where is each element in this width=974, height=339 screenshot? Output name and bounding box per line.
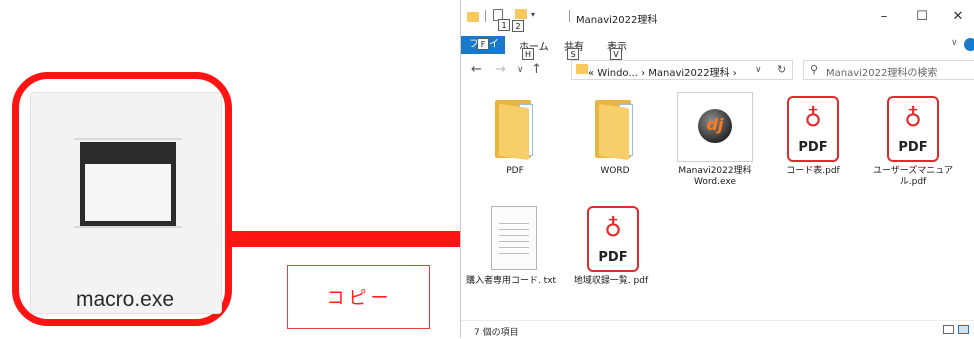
file-item-label: ユーザーズマニュア ル.pdf	[872, 166, 954, 187]
address-path: « Windo... › Manavi2022理科 ›	[588, 68, 737, 79]
maximize-button[interactable]: ☐	[907, 8, 937, 26]
toolbar-separator	[485, 10, 486, 22]
address-history-chevron-icon[interactable]: ∨	[755, 65, 762, 75]
search-icon: ⚲	[810, 63, 819, 76]
back-arrow-icon[interactable]: ←	[471, 62, 482, 77]
file-item-manavi-exe[interactable]: dj Manavi2022理科 Word.exe	[661, 92, 753, 208]
details-view-icon[interactable]	[943, 325, 954, 334]
status-bar: 7 個の項目	[461, 320, 974, 339]
file-explorer-window: 1 2 ▾ Manavi2022理科 – ☐ ✕ ファイル F ホーム H 共有…	[460, 0, 974, 338]
file-item-label: コード表.pdf	[786, 166, 840, 176]
ribbon-tabs: ファイル F ホーム H 共有 S 表示 V	[461, 34, 974, 68]
search-placeholder: Manavi2022理科の検索	[826, 68, 938, 79]
file-item-label: 購入者専用コード. txt	[465, 276, 557, 286]
folder-icon	[595, 100, 639, 161]
folder-icon	[467, 12, 479, 22]
title-separator	[569, 10, 570, 22]
new-folder-icon[interactable]	[515, 9, 527, 19]
macro-exe-filename: macro.exe	[75, 288, 175, 311]
application-icon: dj	[677, 92, 753, 162]
keytip-file: F	[477, 38, 489, 50]
keytip-qat2: 2	[512, 20, 524, 32]
pdf-icon: ♁ PDF	[887, 96, 939, 162]
file-item-pdf-folder[interactable]: PDF	[469, 96, 561, 208]
folder-icon	[576, 64, 588, 74]
file-item-label: PDF	[506, 166, 524, 176]
file-item-manual-pdf[interactable]: ♁ PDF ユーザーズマニュア ル.pdf	[859, 96, 953, 208]
file-item-code-pdf[interactable]: ♁ PDF コード表.pdf	[759, 96, 851, 208]
folder-icon	[495, 100, 539, 161]
application-window-icon	[74, 138, 182, 228]
copy-label: コピー	[326, 288, 393, 309]
forward-arrow-icon[interactable]: →	[495, 62, 506, 77]
customize-qat-chevron-icon[interactable]: ▾	[531, 10, 535, 19]
recent-locations-chevron-icon[interactable]: ∨	[517, 65, 524, 75]
ribbon-expand-chevron-icon[interactable]: ∨	[951, 38, 958, 48]
item-count: 7 個の項目	[474, 328, 519, 338]
search-box[interactable]: ⚲ Manavi2022理科の検索	[803, 60, 974, 80]
large-icons-view-icon[interactable]	[958, 325, 969, 334]
minimize-button[interactable]: –	[869, 8, 899, 26]
file-item-label: WORD	[600, 166, 630, 176]
file-item-region-pdf[interactable]: ♁ PDF 地域収録一覧. pdf	[559, 206, 651, 318]
help-icon[interactable]	[964, 38, 974, 51]
copy-label-box: コピー	[287, 265, 430, 329]
file-item-code-txt[interactable]: 購入者専用コード. txt	[461, 206, 556, 318]
file-item-word-folder[interactable]: WORD	[569, 96, 661, 208]
window-title: Manavi2022理科	[576, 15, 658, 26]
up-arrow-icon[interactable]: ↑	[531, 62, 542, 77]
pdf-icon: ♁ PDF	[587, 206, 639, 272]
refresh-icon[interactable]: ↻	[777, 63, 786, 76]
navigation-bar: ← → ∨ ↑ « Windo... › Manavi2022理科 › ∨ ↻ …	[461, 58, 974, 84]
file-item-label: 地域収録一覧. pdf	[573, 276, 649, 286]
text-file-icon	[491, 206, 537, 270]
close-button[interactable]: ✕	[943, 8, 973, 26]
keytip-qat1: 1	[498, 19, 510, 31]
title-bar: 1 2 ▾ Manavi2022理科 – ☐ ✕	[461, 0, 974, 34]
file-item-label: Manavi2022理科 Word.exe	[678, 166, 752, 187]
pdf-icon: ♁ PDF	[787, 96, 839, 162]
